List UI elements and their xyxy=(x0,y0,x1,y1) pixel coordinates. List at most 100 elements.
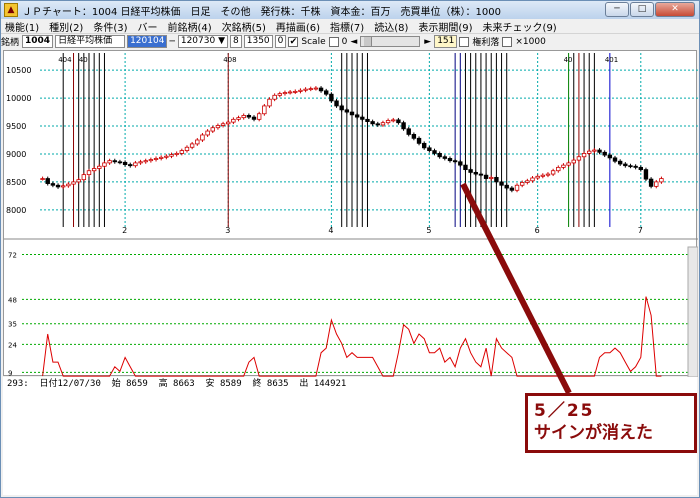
kenri-label: 権利落 xyxy=(472,38,500,48)
candle-body xyxy=(612,157,618,162)
candle-body xyxy=(318,87,324,92)
candle-body xyxy=(427,147,432,152)
candle-body xyxy=(91,168,97,172)
price-tick-label: 10000 xyxy=(6,94,31,103)
month-tick-label: 2 xyxy=(122,226,127,235)
candle-body xyxy=(354,114,360,118)
minimize-button[interactable]: ─ xyxy=(605,2,629,17)
candle-body xyxy=(406,128,411,135)
end-date-select[interactable]: 120730 ▼ xyxy=(177,35,229,48)
menu-shubetsu[interactable]: 種別(2) xyxy=(49,19,83,34)
param-field-3[interactable]: 0 xyxy=(274,35,287,48)
param-field-2[interactable]: 1350 xyxy=(243,35,273,48)
candle-body xyxy=(313,87,319,90)
indicator-tick-label: 35 xyxy=(8,321,17,329)
menu-indicator[interactable]: 指標(7) xyxy=(330,19,364,34)
candle-body xyxy=(473,172,478,175)
slider-thumb[interactable] xyxy=(364,37,373,46)
menu-future-check[interactable]: 未来チェック(9) xyxy=(483,19,557,34)
zero-checkbox[interactable] xyxy=(328,36,339,47)
indicator-scrollbar xyxy=(687,246,699,378)
candle-body xyxy=(226,121,231,125)
candle-body xyxy=(153,158,159,160)
candle-body xyxy=(447,158,453,162)
candle-body xyxy=(458,161,463,166)
count-field: 151 xyxy=(434,35,458,48)
window-controls: ─ □ ✕ xyxy=(605,2,695,17)
candle-body xyxy=(344,109,350,113)
menu-kinou[interactable]: 機能(1) xyxy=(5,19,39,34)
candle-body xyxy=(122,161,128,165)
candle-body xyxy=(112,160,117,163)
stock-code-input[interactable]: 1004 xyxy=(22,35,54,48)
kenri-checkbox[interactable] xyxy=(459,36,470,47)
chevron-down-icon[interactable]: ▼ xyxy=(218,36,225,46)
toolbar: 銘柄 1004 日経平均株価 120104 ─ 120730 ▼ 8 1350 … xyxy=(1,34,699,49)
left-arrow-icon[interactable]: ◄ xyxy=(350,37,357,47)
candle-body xyxy=(71,181,76,185)
candle-body xyxy=(385,120,391,124)
candle-body xyxy=(571,159,576,164)
candle-body xyxy=(179,150,185,154)
candle-body xyxy=(556,166,561,172)
candle-body xyxy=(45,178,50,184)
candle-body xyxy=(220,123,226,126)
menu-load[interactable]: 読込(8) xyxy=(374,19,408,34)
title-bar[interactable]: ▲ ＪＰチャート：1004 日経平均株価 日足 その他 発行株：千株 資本金：百… xyxy=(1,1,699,19)
candle-body xyxy=(525,180,530,183)
maximize-button[interactable]: □ xyxy=(630,2,654,17)
menu-redraw[interactable]: 再描画(6) xyxy=(276,19,320,34)
candle-body xyxy=(143,160,148,163)
price-tick-label: 9500 xyxy=(6,122,26,131)
price-tick-label: 8500 xyxy=(6,178,26,187)
stock-chart[interactable]: 1050010000950090008500800023456784044040… xyxy=(4,51,699,378)
candle-body xyxy=(592,149,597,152)
candle-body xyxy=(287,91,293,94)
menu-jouken[interactable]: 条件(3) xyxy=(93,19,127,34)
menu-prev-stock[interactable]: 前銘柄(4) xyxy=(168,19,212,34)
menu-display-period[interactable]: 表示期間(9) xyxy=(418,19,472,34)
candle-body xyxy=(468,169,473,173)
candle-body xyxy=(540,174,546,177)
candle-body xyxy=(128,164,133,167)
candle-body xyxy=(86,170,92,176)
scale-label: Scale xyxy=(301,36,326,47)
candle-body xyxy=(55,184,61,188)
candle-body xyxy=(272,94,277,100)
annotation-callout: 5／25 サインが消えた xyxy=(525,393,697,453)
signal-label: 40 xyxy=(564,56,573,64)
candle-body xyxy=(396,119,401,124)
chart-area[interactable]: 1050010000950090008500800023456784044040… xyxy=(3,50,699,378)
candle-body xyxy=(97,165,102,169)
candle-body xyxy=(581,153,587,158)
candle-body xyxy=(117,161,123,164)
candle-body xyxy=(329,93,334,102)
candle-body xyxy=(437,153,442,158)
candle-body xyxy=(514,184,520,191)
candle-body xyxy=(643,169,649,180)
candle-body xyxy=(561,164,566,168)
candle-body xyxy=(246,115,252,118)
candle-body xyxy=(76,179,81,183)
menu-next-stock[interactable]: 次銘柄(5) xyxy=(222,19,266,34)
right-arrow-icon[interactable]: ► xyxy=(424,37,431,47)
candle-body xyxy=(659,178,664,183)
signal-label: 40 xyxy=(79,56,88,64)
start-date-input[interactable]: 120104 xyxy=(127,35,168,48)
candle-body xyxy=(648,178,654,187)
x1000-checkbox[interactable] xyxy=(502,36,513,47)
candle-body xyxy=(293,91,298,93)
date-separator: ─ xyxy=(169,36,175,47)
candle-body xyxy=(81,174,87,181)
menu-bar-item[interactable]: バー xyxy=(138,19,158,34)
candle-body xyxy=(633,165,638,168)
candle-body xyxy=(499,181,504,186)
scale-checkbox[interactable]: ✔ xyxy=(288,36,299,47)
candle-body xyxy=(576,156,582,161)
candle-body xyxy=(607,154,613,159)
indicator-tick-label: 24 xyxy=(8,341,17,349)
period-slider[interactable] xyxy=(360,36,421,47)
param-field-1[interactable]: 8 xyxy=(230,35,242,48)
candle-body xyxy=(66,183,71,187)
close-button[interactable]: ✕ xyxy=(655,2,695,17)
